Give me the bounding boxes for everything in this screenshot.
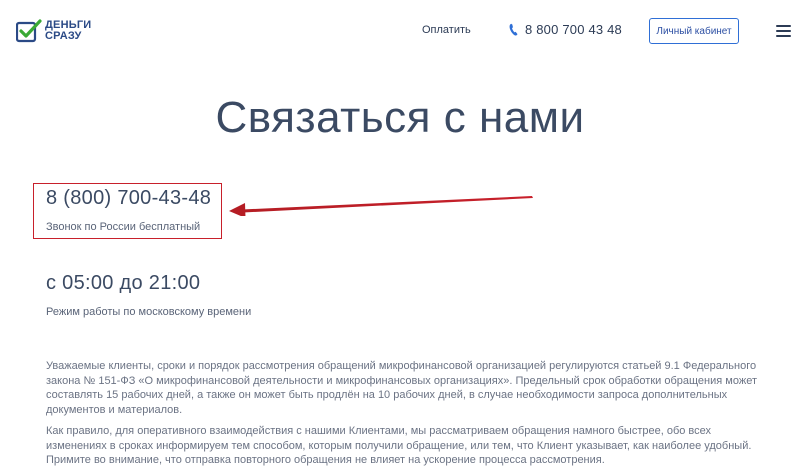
menu-burger-icon[interactable]: [776, 25, 791, 37]
annotation-arrow-icon: [229, 196, 533, 216]
logo-line-2: СРАЗУ: [45, 30, 82, 42]
page-title: Связаться с нами: [215, 93, 585, 142]
header-phone[interactable]: 8 800 700 43 48: [509, 22, 622, 37]
site-header: ДЕНЬГИ СРАЗУ Оплатить 8 800 700 43 48 Ли…: [0, 0, 800, 62]
page: ДЕНЬГИ СРАЗУ Оплатить 8 800 700 43 48 Ли…: [0, 0, 800, 475]
logo[interactable]: ДЕНЬГИ СРАЗУ: [16, 18, 91, 44]
info-paragraph-2: Как правило, для оперативного взаимодейс…: [46, 425, 752, 466]
logo-text: ДЕНЬГИ СРАЗУ: [45, 20, 91, 42]
logo-shield-icon: [16, 19, 42, 43]
contact-phone-note: Звонок по России бесплатный: [46, 221, 201, 233]
working-hours: с 05:00 до 21:00: [46, 272, 201, 294]
nav-pay-link[interactable]: Оплатить: [422, 24, 471, 36]
personal-account-button[interactable]: Личный кабинет: [649, 18, 739, 44]
header-phone-number: 8 800 700 43 48: [525, 22, 622, 37]
contact-phone-number[interactable]: 8 (800) 700-43-48: [46, 187, 211, 210]
phone-icon: [509, 23, 518, 36]
working-hours-note: Режим работы по московскому времени: [46, 306, 252, 318]
info-paragraph-1: Уважаемые клиенты, сроки и порядок рассм…: [46, 360, 757, 416]
